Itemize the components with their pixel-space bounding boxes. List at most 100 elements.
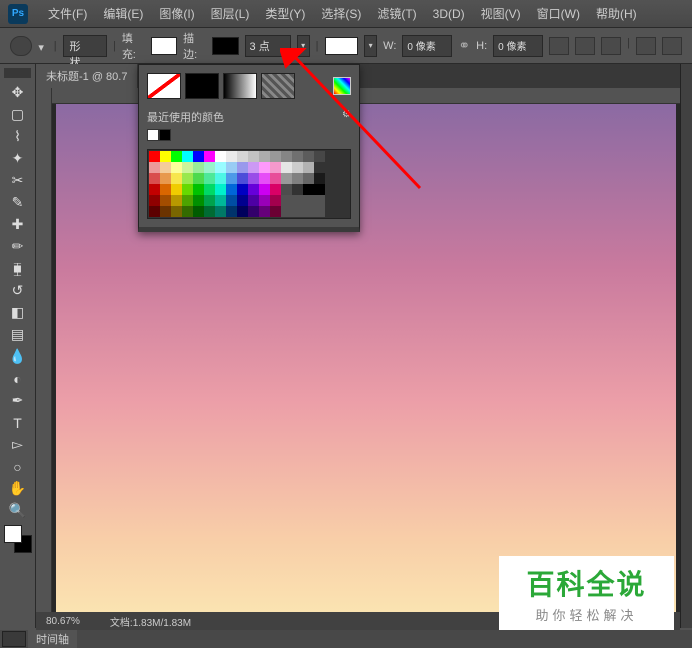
color-swatch[interactable] (149, 184, 160, 195)
eyedropper-tool-icon[interactable]: ✎ (4, 192, 32, 213)
color-swatch[interactable] (215, 184, 226, 195)
color-swatch[interactable] (215, 162, 226, 173)
color-swatch[interactable] (171, 151, 182, 162)
gradient-tool-icon[interactable]: ▤ (4, 324, 32, 345)
color-swatch[interactable] (160, 184, 171, 195)
color-swatch[interactable] (303, 195, 314, 206)
dodge-tool-icon[interactable]: ◐ (4, 368, 32, 389)
color-swatch[interactable] (303, 151, 314, 162)
stroke-swatch[interactable] (212, 37, 238, 55)
menu-type[interactable]: 类型(Y) (257, 5, 313, 22)
arrange-icon[interactable] (575, 37, 595, 55)
eraser-tool-icon[interactable]: ◧ (4, 302, 32, 323)
color-swatch[interactable] (303, 206, 314, 217)
color-swatch[interactable] (193, 173, 204, 184)
color-swatch[interactable] (193, 162, 204, 173)
color-swatch[interactable] (215, 151, 226, 162)
color-swatch[interactable] (292, 162, 303, 173)
menu-3d[interactable]: 3D(D) (425, 7, 473, 21)
move-tool-icon[interactable]: ✥ (4, 82, 32, 103)
color-swatch[interactable] (281, 195, 292, 206)
color-picker-icon[interactable] (333, 77, 351, 95)
stamp-tool-icon[interactable]: ⧯ (4, 258, 32, 279)
zoom-level[interactable]: 80.67% (46, 616, 80, 627)
color-swatch[interactable] (259, 173, 270, 184)
crop-tool-icon[interactable]: ✂ (4, 170, 32, 191)
stroke-style-select[interactable] (325, 37, 359, 55)
magic-wand-tool-icon[interactable]: ✦ (4, 148, 32, 169)
vertical-ruler[interactable] (36, 88, 52, 628)
path-select-tool-icon[interactable]: ▻ (4, 434, 32, 455)
color-swatch[interactable] (248, 184, 259, 195)
foreground-color-swatch[interactable] (4, 525, 22, 543)
menu-layer[interactable]: 图层(L) (203, 5, 258, 22)
color-swatch[interactable] (226, 162, 237, 173)
stroke-width-input[interactable] (245, 35, 291, 57)
color-swatch[interactable] (270, 162, 281, 173)
color-swatch[interactable] (182, 195, 193, 206)
healing-tool-icon[interactable]: ✚ (4, 214, 32, 235)
color-swatch[interactable] (237, 184, 248, 195)
color-swatch[interactable] (237, 162, 248, 173)
frame-mode-icon[interactable] (2, 631, 26, 647)
menu-filter[interactable]: 滤镜(T) (369, 5, 424, 22)
pen-tool-icon[interactable]: ✒ (4, 390, 32, 411)
color-swatch[interactable] (204, 195, 215, 206)
menu-view[interactable]: 视图(V) (473, 5, 529, 22)
type-tool-icon[interactable]: T (4, 412, 32, 433)
color-swatch[interactable] (292, 173, 303, 184)
width-input[interactable] (402, 35, 452, 57)
marquee-tool-icon[interactable]: ▢ (4, 104, 32, 125)
color-swatch[interactable] (149, 151, 160, 162)
menu-edit[interactable]: 编辑(E) (95, 5, 151, 22)
extra-icon[interactable] (662, 37, 682, 55)
height-input[interactable] (493, 35, 543, 57)
document-info[interactable]: 文档:1.83M/1.83M (110, 614, 191, 629)
color-swatch[interactable] (182, 184, 193, 195)
color-swatch[interactable] (204, 173, 215, 184)
path-ops-icon[interactable] (601, 37, 621, 55)
stroke-style-dropdown-icon[interactable]: ▾ (364, 35, 377, 57)
color-swatch[interactable] (303, 162, 314, 173)
color-swatch[interactable] (182, 151, 193, 162)
gradient-button[interactable] (223, 73, 257, 99)
color-swatch[interactable] (193, 151, 204, 162)
gear-icon[interactable] (636, 37, 656, 55)
color-swatch[interactable] (259, 206, 270, 217)
color-swatch[interactable] (226, 206, 237, 217)
color-swatch[interactable] (226, 184, 237, 195)
color-swatch[interactable] (237, 206, 248, 217)
menu-file[interactable]: 文件(F) (40, 5, 95, 22)
color-swatch[interactable] (149, 195, 160, 206)
lasso-tool-icon[interactable]: ⌇ (4, 126, 32, 147)
color-swatch[interactable] (237, 195, 248, 206)
color-swatch[interactable] (314, 195, 325, 206)
tool-panel-grip[interactable] (4, 68, 31, 78)
color-swatch[interactable] (314, 151, 325, 162)
color-swatch[interactable] (281, 206, 292, 217)
color-swatch[interactable] (171, 173, 182, 184)
color-swatch[interactable] (259, 184, 270, 195)
color-swatch[interactable] (204, 151, 215, 162)
color-swatch[interactable] (193, 195, 204, 206)
color-swatch[interactable] (160, 173, 171, 184)
color-swatch[interactable] (270, 206, 281, 217)
color-swatch[interactable] (149, 206, 160, 217)
color-swatch[interactable] (237, 173, 248, 184)
brush-tool-icon[interactable]: ✏ (4, 236, 32, 257)
stroke-width-dropdown-icon[interactable]: ▾ (297, 35, 310, 57)
color-swatch[interactable] (160, 162, 171, 173)
color-swatch[interactable] (193, 184, 204, 195)
color-swatch[interactable] (248, 206, 259, 217)
hand-tool-icon[interactable]: ✋ (4, 478, 32, 499)
color-swatch[interactable] (281, 162, 292, 173)
color-swatch[interactable] (171, 162, 182, 173)
color-swatch[interactable] (193, 206, 204, 217)
color-swatch[interactable] (204, 184, 215, 195)
popup-gear-icon[interactable]: ⚙ (342, 109, 351, 125)
document-tab[interactable]: 未标题-1 @ 80.7 (36, 64, 137, 88)
color-swatch[interactable] (292, 184, 303, 195)
color-swatch[interactable] (204, 206, 215, 217)
color-swatch[interactable] (160, 151, 171, 162)
shape-mode-select[interactable]: 形状 (63, 35, 107, 57)
